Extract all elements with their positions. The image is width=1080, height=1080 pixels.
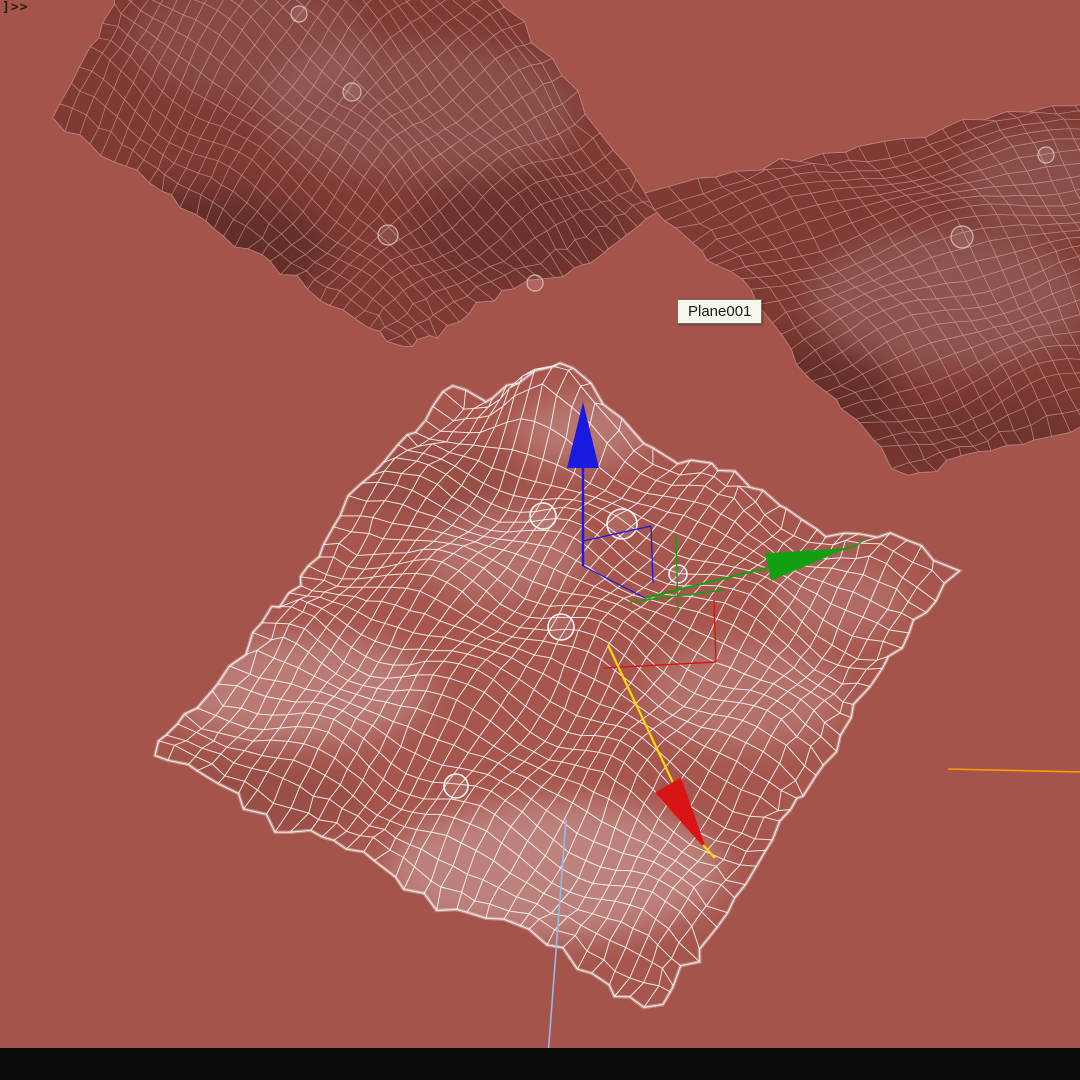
shirt-button	[547, 613, 575, 641]
mesh-shirt-back-left[interactable]	[30, 0, 673, 347]
shirt-button	[290, 5, 308, 23]
shirt-button	[529, 502, 557, 530]
mesh-shirt-back-right[interactable]	[620, 85, 1080, 480]
viewport-prompt-label: ]>>	[2, 0, 29, 15]
viewport-3d[interactable]: ]>> Plane001	[0, 0, 1080, 1080]
scene-canvas[interactable]	[0, 0, 1080, 1080]
viewport-canvas[interactable]	[0, 0, 1080, 1080]
shirt-button	[950, 225, 974, 249]
shirt-button	[377, 224, 399, 246]
shirt-button	[526, 274, 544, 292]
shirt-button	[668, 564, 688, 584]
shirt-button	[1037, 146, 1055, 164]
grid-line-orange	[947, 768, 1080, 773]
mesh-shirt-selected[interactable]	[130, 361, 964, 1010]
shirt-button	[342, 82, 362, 102]
shirt-button	[443, 773, 469, 799]
status-bar	[0, 1048, 1080, 1080]
object-name-tooltip: Plane001	[677, 299, 763, 324]
